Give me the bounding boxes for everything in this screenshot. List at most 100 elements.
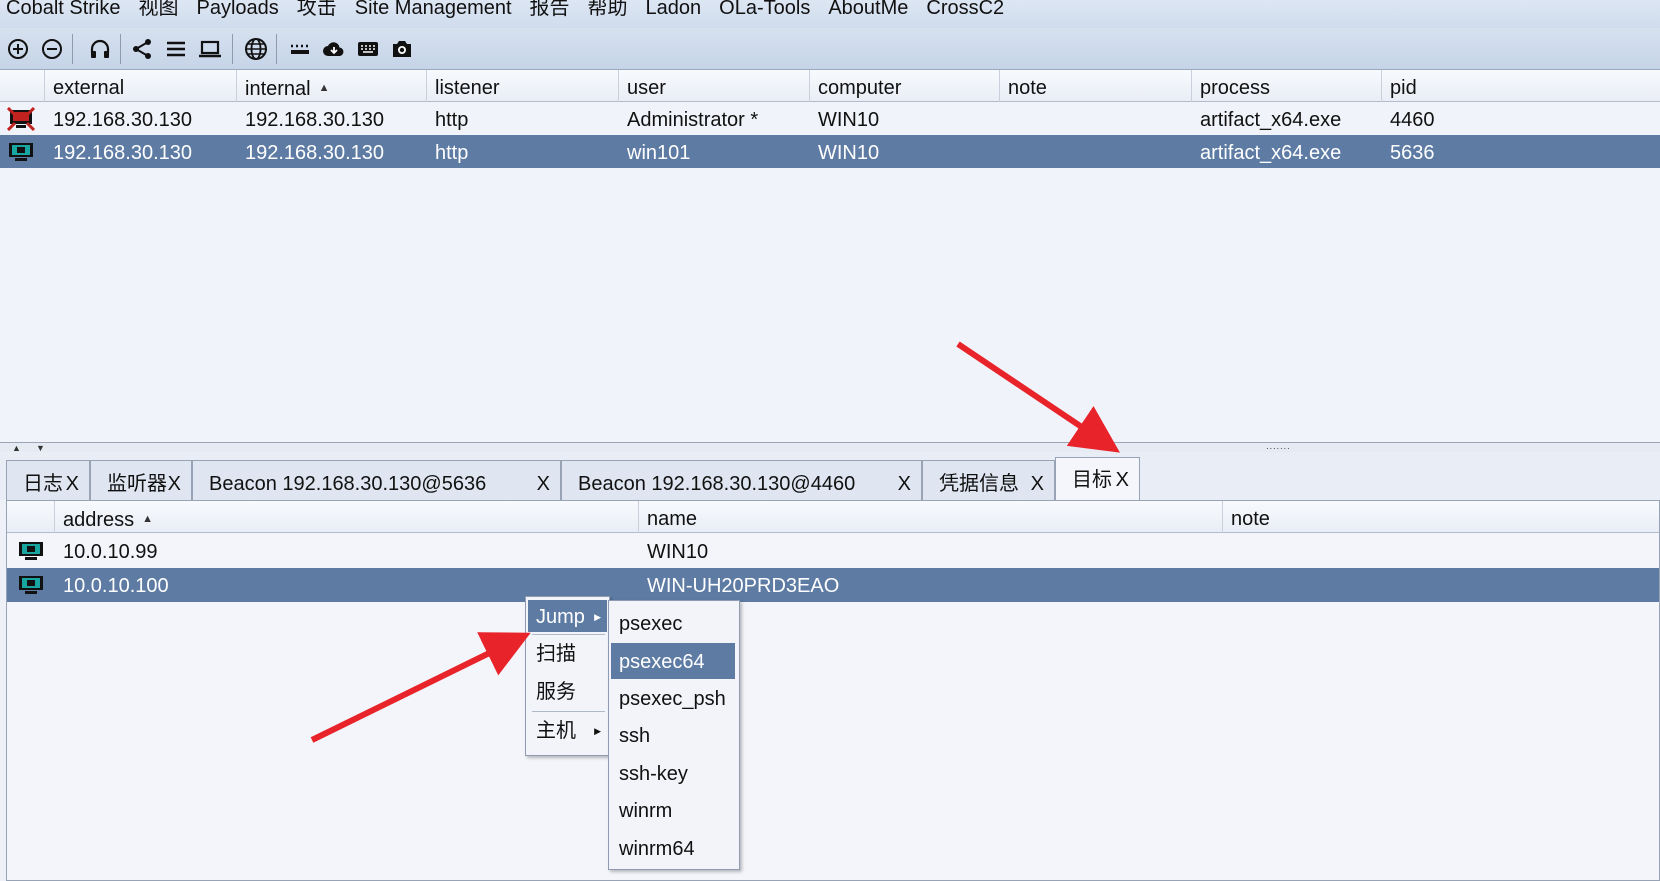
menu-item-jump[interactable]: Jump ▶ <box>528 600 607 632</box>
tab-event-log[interactable]: 日志 X <box>6 460 90 500</box>
session-listener: http <box>435 142 469 164</box>
submenu-arrow-icon: ▶ <box>594 612 601 622</box>
menu-cobalt-strike[interactable]: Cobalt Strike <box>6 0 121 19</box>
toolbar-separator <box>276 34 277 64</box>
tab-credentials[interactable]: 凭据信息 X <box>922 460 1055 500</box>
target-address: 10.0.10.99 <box>63 541 158 563</box>
host-monitor-icon <box>17 573 45 597</box>
icon-column-header[interactable] <box>0 70 45 102</box>
compromised-host-icon <box>6 106 36 132</box>
icon-column-header[interactable] <box>7 501 55 533</box>
column-header-listener[interactable]: listener <box>427 70 619 102</box>
menu-item-services[interactable]: 服务 <box>528 675 607 707</box>
tab-targets[interactable]: 目标 X <box>1055 457 1140 501</box>
column-header-note[interactable]: note <box>1000 70 1192 102</box>
menu-item-psexec64[interactable]: psexec64 <box>611 643 735 679</box>
column-header-user[interactable]: user <box>619 70 810 102</box>
sessions-table: external internal ▲ listener user compute… <box>0 70 1660 442</box>
headphones-icon[interactable] <box>86 35 114 63</box>
target-row-selected[interactable]: 10.0.10.100 WIN-UH20PRD3EAO <box>7 568 1659 602</box>
share-icon[interactable] <box>128 35 156 63</box>
session-internal: 192.168.30.130 <box>245 109 385 131</box>
column-header-pid[interactable]: pid <box>1382 70 1660 102</box>
cloud-download-icon[interactable] <box>320 35 348 63</box>
add-icon[interactable] <box>4 35 32 63</box>
session-computer: WIN10 <box>818 142 880 164</box>
menu-item-winrm64[interactable]: winrm64 <box>611 832 735 864</box>
menu-item-psexec-psh[interactable]: psexec_psh <box>611 682 735 714</box>
menu-attacks[interactable]: 攻击 <box>297 0 337 19</box>
session-listener: http <box>435 109 469 131</box>
target-address: 10.0.10.100 <box>63 575 169 597</box>
tab-listeners[interactable]: 监听器 X <box>90 460 192 500</box>
toolbar-separator <box>232 34 233 64</box>
menu-item-psexec[interactable]: psexec <box>611 607 735 639</box>
menu-aboutme[interactable]: AboutMe <box>828 0 908 19</box>
column-header-process[interactable]: process <box>1192 70 1382 102</box>
host-monitor-icon <box>7 140 35 164</box>
target-note <box>1223 568 1231 601</box>
menu-item-winrm[interactable]: winrm <box>611 794 735 826</box>
column-header-name[interactable]: name <box>639 501 1223 533</box>
column-header-computer[interactable]: computer <box>810 70 1000 102</box>
globe-icon[interactable] <box>242 35 270 63</box>
column-header-internal[interactable]: internal ▲ <box>237 70 427 102</box>
targets-table-header: address ▲ name note <box>7 501 1659 533</box>
target-note <box>1223 534 1231 567</box>
sessions-table-header: external internal ▲ listener user compute… <box>0 70 1660 102</box>
session-process: artifact_x64.exe <box>1200 142 1342 164</box>
host-monitor-icon <box>17 539 45 563</box>
menu-ola-tools[interactable]: OLa-Tools <box>719 0 810 19</box>
keyboard-icon[interactable] <box>354 35 382 63</box>
column-header-external[interactable]: external <box>45 70 237 102</box>
tab-bar: 日志 X 监听器 X Beacon 192.168.30.130@5636 X Bea… <box>0 452 1660 501</box>
target-row[interactable]: 10.0.10.99 WIN10 <box>7 534 1659 568</box>
keyboard-dots-icon[interactable] <box>286 35 314 63</box>
column-header-note[interactable]: note <box>1223 501 1660 533</box>
session-internal: 192.168.30.130 <box>245 142 385 164</box>
menu-reporting[interactable]: 报告 <box>530 0 570 19</box>
sort-ascending-icon: ▲ <box>142 513 154 525</box>
session-external: 192.168.30.130 <box>53 109 193 131</box>
target-context-menu: Jump ▶ 扫描 服务 主机 ▶ <box>525 596 610 756</box>
menu-bar: Cobalt Strike 视图 Payloads 攻击 Site Manage… <box>0 0 1660 28</box>
menu-crossc2[interactable]: CrossC2 <box>926 0 1004 19</box>
session-process: artifact_x64.exe <box>1200 109 1342 131</box>
toolbar-separator <box>72 34 73 64</box>
menu-help[interactable]: 帮助 <box>588 0 628 19</box>
target-name: WIN-UH20PRD3EAO <box>647 575 840 597</box>
menu-payloads[interactable]: Payloads <box>197 0 279 19</box>
session-user: win101 <box>627 142 691 164</box>
session-user: Administrator * <box>627 109 759 131</box>
menu-ladon[interactable]: Ladon <box>646 0 702 19</box>
menu-separator <box>532 634 605 635</box>
remove-icon[interactable] <box>38 35 66 63</box>
session-row-selected[interactable]: 192.168.30.130 192.168.30.130 http win10… <box>0 135 1660 168</box>
tab-close-icon[interactable]: X <box>1116 458 1129 502</box>
targets-table: address ▲ name note 10.0.10.99 WIN10 10.0… <box>6 500 1660 881</box>
list-icon[interactable] <box>162 35 190 63</box>
tab-beacon-4460[interactable]: Beacon 192.168.30.130@4460 X <box>561 460 922 500</box>
menu-item-host[interactable]: 主机 ▶ <box>528 714 607 746</box>
menu-item-scan[interactable]: 扫描 <box>528 637 607 669</box>
menu-item-ssh[interactable]: ssh <box>611 719 735 751</box>
tab-beacon-5636[interactable]: Beacon 192.168.30.130@5636 X <box>192 460 561 500</box>
session-note <box>1000 102 1008 135</box>
session-pid: 5636 <box>1390 142 1435 164</box>
jump-submenu: psexec psexec64 psexec_psh ssh ssh-key w… <box>608 600 740 870</box>
sort-ascending-icon: ▲ <box>318 82 330 94</box>
laptop-icon[interactable] <box>196 35 224 63</box>
menu-item-ssh-key[interactable]: ssh-key <box>611 757 735 789</box>
menu-site-management[interactable]: Site Management <box>355 0 512 19</box>
session-external: 192.168.30.130 <box>53 142 193 164</box>
submenu-arrow-icon: ▶ <box>594 726 601 736</box>
toolbar-separator <box>120 34 121 64</box>
target-name: WIN10 <box>647 541 709 563</box>
camera-icon[interactable] <box>388 35 416 63</box>
menu-separator <box>532 711 605 712</box>
session-pid: 4460 <box>1390 109 1435 131</box>
column-header-address[interactable]: address ▲ <box>55 501 639 533</box>
session-row[interactable]: 192.168.30.130 192.168.30.130 http Admin… <box>0 102 1660 135</box>
session-note <box>1000 135 1008 168</box>
menu-view[interactable]: 视图 <box>139 0 179 19</box>
